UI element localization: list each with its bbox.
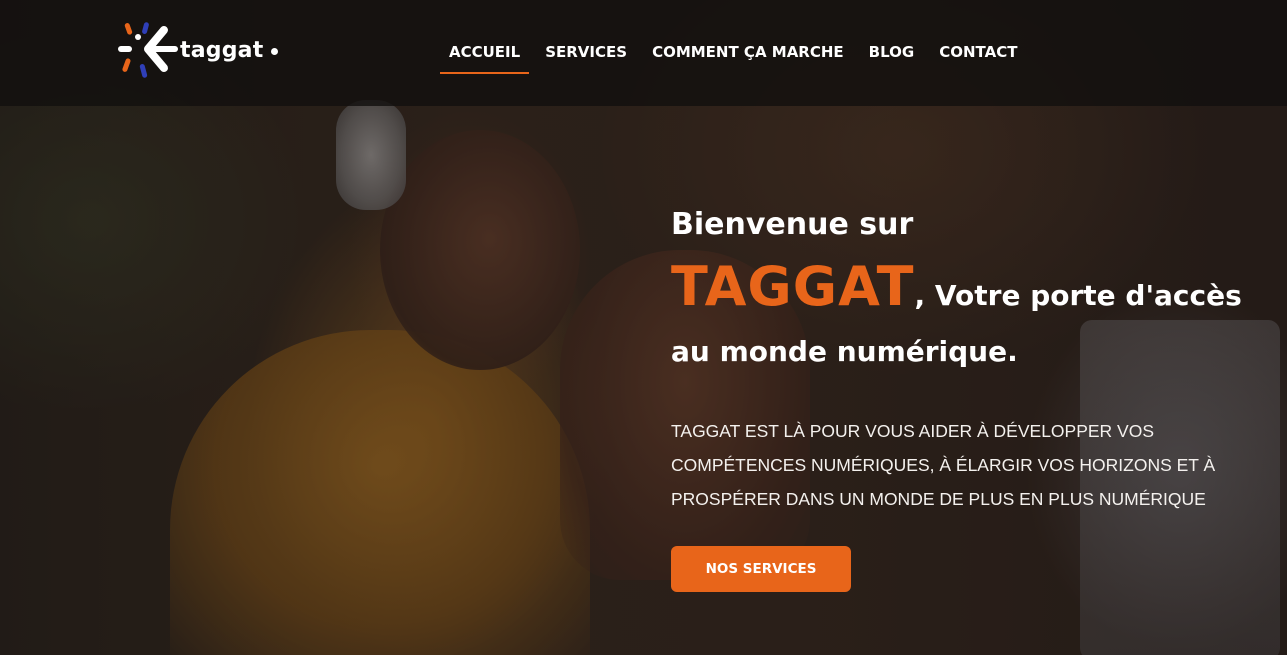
nav-item-comment-ca-marche[interactable]: COMMENT ÇA MARCHE xyxy=(652,33,844,74)
nos-services-button[interactable]: NOS SERVICES xyxy=(671,546,851,592)
logo-dot xyxy=(271,47,279,55)
nav-item-accueil[interactable]: ACCUEIL xyxy=(440,33,530,74)
logo-wordmark: taggat xyxy=(180,37,264,63)
hero-description: TAGGAT EST LÀ POUR VOUS AIDER À DÉVELOPP… xyxy=(671,421,1216,509)
main-navigation: ACCUEIL SERVICES COMMENT ÇA MARCHE BLOG … xyxy=(440,33,1042,74)
hero-tagline-part1: , Votre porte d'accès xyxy=(914,279,1242,312)
hero-content: Bienvenue sur TAGGAT , Votre porte d'acc… xyxy=(671,200,1251,592)
hero-welcome-text: Bienvenue sur xyxy=(671,207,914,242)
hero-brand-name: TAGGAT xyxy=(671,255,915,318)
hero-tagline-part2: au monde numérique. xyxy=(671,335,1018,368)
site-header: taggat ACCUEIL SERVICES COMMENT ÇA MARCH… xyxy=(0,0,1287,106)
hero-title-line: TAGGAT , Votre porte d'accès xyxy=(671,254,1251,320)
nav-item-contact[interactable]: CONTACT xyxy=(939,33,1017,74)
site-logo[interactable]: taggat xyxy=(118,20,279,80)
nav-item-blog[interactable]: BLOG xyxy=(869,33,915,74)
taggat-logo-icon xyxy=(118,22,178,78)
nav-item-services[interactable]: SERVICES xyxy=(545,33,627,74)
